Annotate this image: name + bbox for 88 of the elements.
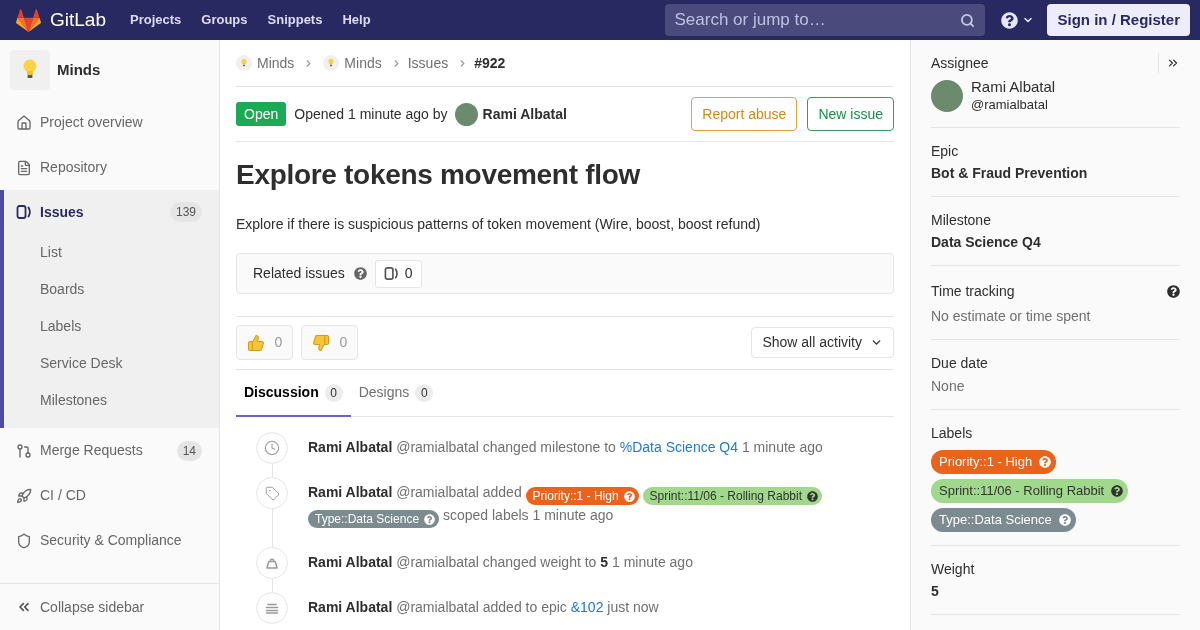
nav-subitem[interactable]: Milestones — [40, 390, 107, 411]
issue-description: Explore if there is suspicious patterns of token movement (Wire, boost, boost refund) — [236, 215, 762, 234]
note-link[interactable]: %Data Science Q4 — [619, 439, 739, 455]
related-count: 0 — [404, 264, 413, 283]
status-badge: Open — [236, 102, 287, 126]
section-value: Bot & Fraud Prevention — [931, 164, 1089, 183]
activity-filter-dropdown[interactable]: Show all activity — [751, 327, 894, 358]
author-name[interactable]: Rami Albatal — [482, 103, 567, 125]
activity-note: Rami Albatal @ramialbatal added to epic &102 just now — [308, 598, 660, 617]
help-icon[interactable] — [807, 490, 819, 502]
scoped-label[interactable]: Priority::1 - High — [525, 487, 639, 505]
shield-icon — [16, 532, 32, 549]
breadcrumb-link[interactable]: Minds — [257, 52, 295, 74]
lightbulb-icon — [236, 55, 252, 71]
assignee-name[interactable]: Rami Albatal — [971, 78, 1056, 96]
nav-subitem[interactable]: Labels — [40, 316, 82, 337]
project-name[interactable]: Minds — [57, 58, 101, 82]
help-icon[interactable] — [1167, 284, 1180, 298]
section-title: Time tracking — [931, 281, 1015, 301]
scoped-label[interactable]: Type::Data Science — [308, 510, 440, 528]
rocket-icon — [16, 487, 32, 504]
section-title: Due date — [931, 353, 988, 373]
nav-item[interactable]: CI / CD — [40, 485, 86, 506]
tab[interactable]: Discussion 0 — [236, 370, 351, 417]
issues-icon — [16, 204, 32, 220]
home-icon — [16, 114, 32, 131]
sign-in-button[interactable]: Sign in / Register — [1047, 4, 1190, 36]
nav-item[interactable]: Security & Compliance — [40, 530, 182, 551]
scoped-label[interactable]: Priority::1 - High — [931, 450, 1057, 474]
count-badge: 139 — [169, 202, 202, 222]
scoped-label[interactable]: Sprint::11/06 - Rolling Rabbit — [642, 487, 823, 505]
help-icon[interactable] — [1111, 485, 1124, 497]
merge-request-icon — [16, 442, 32, 459]
section-value: Data Science Q4 — [931, 233, 1042, 252]
avatar[interactable] — [454, 102, 478, 126]
issue-title: Explore tokens movement flow — [236, 158, 642, 192]
section-value: No estimate or time spent — [931, 307, 1092, 326]
count-badge: 14 — [176, 440, 202, 461]
scoped-label[interactable]: Sprint::11/06 - Rolling Rabbit — [931, 479, 1129, 503]
thumbs-down-icon — [311, 333, 330, 352]
breadcrumb-link[interactable]: Minds — [344, 52, 382, 74]
section-value: None — [931, 377, 966, 396]
action-button[interactable]: Report abuse — [691, 97, 798, 131]
nav-link[interactable]: Groups — [201, 10, 248, 30]
help-icon — [1001, 11, 1019, 29]
action-button[interactable]: New issue — [807, 97, 894, 131]
activity-note: Rami Albatal @ramialbatal changed weight to 5 1 minute ago — [308, 553, 694, 572]
section-title: Milestone — [931, 210, 991, 230]
brand-name[interactable]: GitLab — [50, 5, 106, 35]
document-icon — [16, 159, 32, 176]
nav-link[interactable]: Help — [342, 10, 371, 30]
breadcrumb-link[interactable]: Issues — [407, 52, 449, 74]
breadcrumb-current[interactable]: #922 — [474, 52, 506, 74]
lightbulb-icon — [10, 50, 50, 90]
section-title: Weight — [931, 559, 975, 579]
avatar[interactable] — [931, 80, 963, 112]
double-chevron-right-icon — [1166, 56, 1180, 70]
issues-icon — [383, 266, 399, 281]
collapse-panel-button[interactable] — [1158, 53, 1180, 73]
scoped-label[interactable]: Type::Data Science — [931, 508, 1076, 532]
help-dropdown[interactable] — [1001, 11, 1035, 29]
note-link[interactable]: &102 — [570, 599, 604, 615]
assignee-handle: @ramialbatal — [971, 96, 1049, 114]
activity-note: Rami Albatal @ramialbatal added Priority::1 - High Sprint::11/06 - Rolling Rabbit Type::Data Science scoped labels 1 minute ago — [308, 482, 894, 528]
tab-count: 0 — [324, 383, 343, 402]
section-title: Assignee — [931, 53, 989, 73]
opened-text: Opened 1 minute ago by — [294, 104, 448, 124]
nav-item[interactable]: Merge Requests — [40, 440, 143, 461]
nav-item[interactable]: Project overview — [40, 112, 143, 133]
nav-item[interactable]: Repository — [40, 157, 107, 178]
tab[interactable]: Designs 0 — [350, 370, 442, 417]
logo-icon[interactable] — [16, 8, 41, 32]
section-title: Epic — [931, 141, 959, 161]
tab-count: 0 — [415, 383, 434, 402]
nav-subitem[interactable]: Service Desk — [40, 353, 123, 374]
nav-link[interactable]: Snippets — [267, 10, 323, 30]
related-issues-title: Related issues — [253, 264, 345, 283]
thumbs-up-icon — [246, 333, 265, 352]
activity-note: Rami Albatal @ramialbatal changed milestone to %Data Science Q4 1 minute ago — [308, 438, 824, 457]
section-value: 5 — [931, 582, 940, 601]
nav-subitem[interactable]: Boards — [40, 279, 85, 300]
lightbulb-icon — [323, 55, 340, 71]
nav-subitem[interactable]: List — [40, 242, 62, 263]
search-icon[interactable] — [960, 13, 976, 28]
nav-link[interactable]: Projects — [130, 10, 182, 30]
section-title: Labels — [931, 423, 973, 443]
search-field[interactable]: Search or jump to… — [665, 4, 986, 36]
nav-item[interactable]: Issues — [40, 201, 84, 223]
